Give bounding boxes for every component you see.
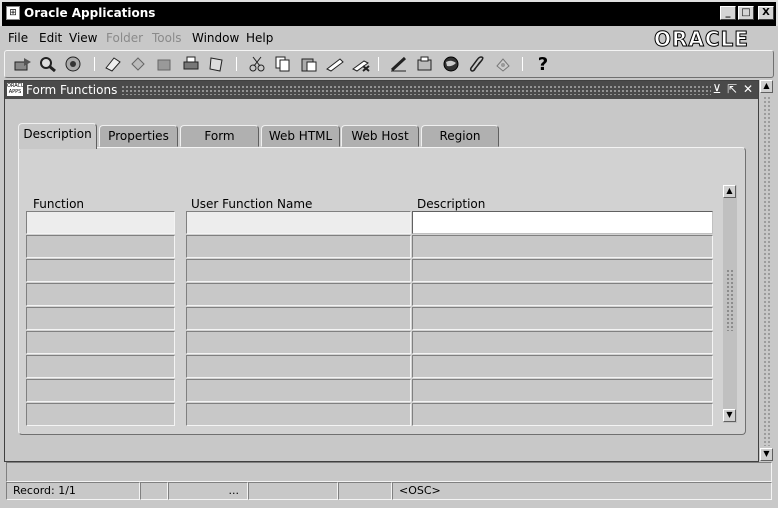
minimize-button[interactable]: _ [720,6,736,20]
function-field[interactable] [26,379,175,402]
description-field[interactable] [412,259,713,282]
zoom-icon[interactable] [415,54,435,74]
function-field[interactable] [26,259,175,282]
window-title-bar[interactable]: ⊞ Oracle Applications _ □ X [0,0,778,26]
description-field[interactable] [412,283,713,306]
description-field[interactable] [412,211,713,234]
next-step-icon[interactable] [129,54,149,74]
find-icon[interactable] [38,54,58,74]
column-header-user-function-name: User Function Name [191,197,313,211]
record-indicator: Record: 1/1 [6,482,140,500]
close-button[interactable]: X [758,6,774,20]
window-scroll-down-icon[interactable]: ▼ [760,448,773,461]
user-function-name-field[interactable] [186,211,411,234]
function-field[interactable] [26,235,175,258]
status-field-empty [338,482,392,500]
translations-icon[interactable] [441,54,461,74]
tab-form[interactable]: Form [180,125,259,147]
user-function-name-field[interactable] [186,307,411,330]
delete-record-icon[interactable] [351,54,371,74]
menu-view[interactable]: View [69,31,97,45]
status-field-empty [140,482,168,500]
save-icon[interactable] [103,54,123,74]
tab-properties[interactable]: Properties [99,125,178,147]
tab-description[interactable]: Description [18,123,97,149]
clear-record-icon[interactable] [325,54,345,74]
status-bar: Record: 1/1 ... <OSC> [6,462,772,504]
cut-icon[interactable] [247,54,267,74]
function-field[interactable] [26,331,175,354]
menu-help[interactable]: Help [246,31,273,45]
window-scrollbar[interactable]: ▲ ▼ [760,80,774,462]
form-icon: ORACLE APPS [7,83,23,96]
scroll-down-icon[interactable]: ▼ [723,409,736,422]
user-function-name-field[interactable] [186,403,411,426]
message-line [6,462,772,482]
user-function-name-field[interactable] [186,259,411,282]
function-field[interactable] [26,211,175,234]
form-title-bar[interactable]: ORACLE APPS Form Functions ⊻ ⇱ ✕ [5,81,758,99]
title-bar-texture [121,85,711,95]
column-header-function: Function [33,197,85,211]
edit-field-icon[interactable] [389,54,409,74]
window-scroll-up-icon[interactable]: ▲ [760,80,773,93]
form-minimize-icon[interactable]: ⊻ [711,82,723,96]
maximize-button[interactable]: □ [738,6,754,20]
status-field-empty [248,482,338,500]
folder-tools-icon[interactable] [493,54,513,74]
function-field[interactable] [26,403,175,426]
toolbar-separator [236,57,237,71]
tab-web-host[interactable]: Web Host [341,125,419,147]
menu-edit[interactable]: Edit [39,31,62,45]
description-field[interactable] [412,235,713,258]
toolbar-separator [94,57,95,71]
new-icon[interactable] [13,54,33,74]
description-field[interactable] [412,331,713,354]
description-field[interactable] [412,403,713,426]
paste-icon[interactable] [299,54,319,74]
mode-indicator: <OSC> [392,482,772,500]
tab-web-html[interactable]: Web HTML [261,125,340,147]
form-restore-icon[interactable]: ⇱ [726,82,738,96]
menu-folder[interactable]: Folder [106,31,143,45]
user-function-name-field[interactable] [186,331,411,354]
window-scroll-thumb[interactable] [763,96,771,446]
form-window: ORACLE APPS Form Functions ⊻ ⇱ ✕ Descrip… [4,80,759,462]
user-function-name-field[interactable] [186,235,411,258]
description-field[interactable] [412,355,713,378]
scroll-up-icon[interactable]: ▲ [723,185,736,198]
window-title: Oracle Applications [24,6,156,20]
menu-file[interactable]: File [8,31,28,45]
attachments-icon[interactable] [467,54,487,74]
toolbar-separator [522,57,523,71]
records-scrollbar[interactable]: ▲ ▼ [723,185,737,423]
description-field[interactable] [412,379,713,402]
toolbar: ? [4,50,774,78]
form-title: Form Functions [26,83,118,97]
copy-icon[interactable] [273,54,293,74]
toolbar-separator [378,57,379,71]
function-field[interactable] [26,283,175,306]
show-navigator-icon[interactable] [63,54,83,74]
close-form-icon[interactable] [207,54,227,74]
form-close-icon[interactable]: ✕ [742,82,754,96]
menu-window[interactable]: Window [192,31,239,45]
column-header-description: Description [417,197,486,211]
description-field[interactable] [412,307,713,330]
menu-bar: File Edit View Folder Tools Window Help … [2,26,776,52]
list-of-values-indicator: ... [168,482,248,500]
function-field[interactable] [26,355,175,378]
user-function-name-field[interactable] [186,283,411,306]
app-icon[interactable]: ⊞ [6,6,20,20]
oracle-logo: ORACLE [654,27,749,52]
tab-region[interactable]: Region [421,125,499,147]
switch-responsibility-icon[interactable] [155,54,175,74]
print-icon[interactable] [181,54,201,74]
function-field[interactable] [26,307,175,330]
user-function-name-field[interactable] [186,355,411,378]
menu-tools[interactable]: Tools [152,31,182,45]
user-function-name-field[interactable] [186,379,411,402]
scroll-thumb[interactable] [726,269,734,331]
help-icon[interactable]: ? [533,54,553,75]
